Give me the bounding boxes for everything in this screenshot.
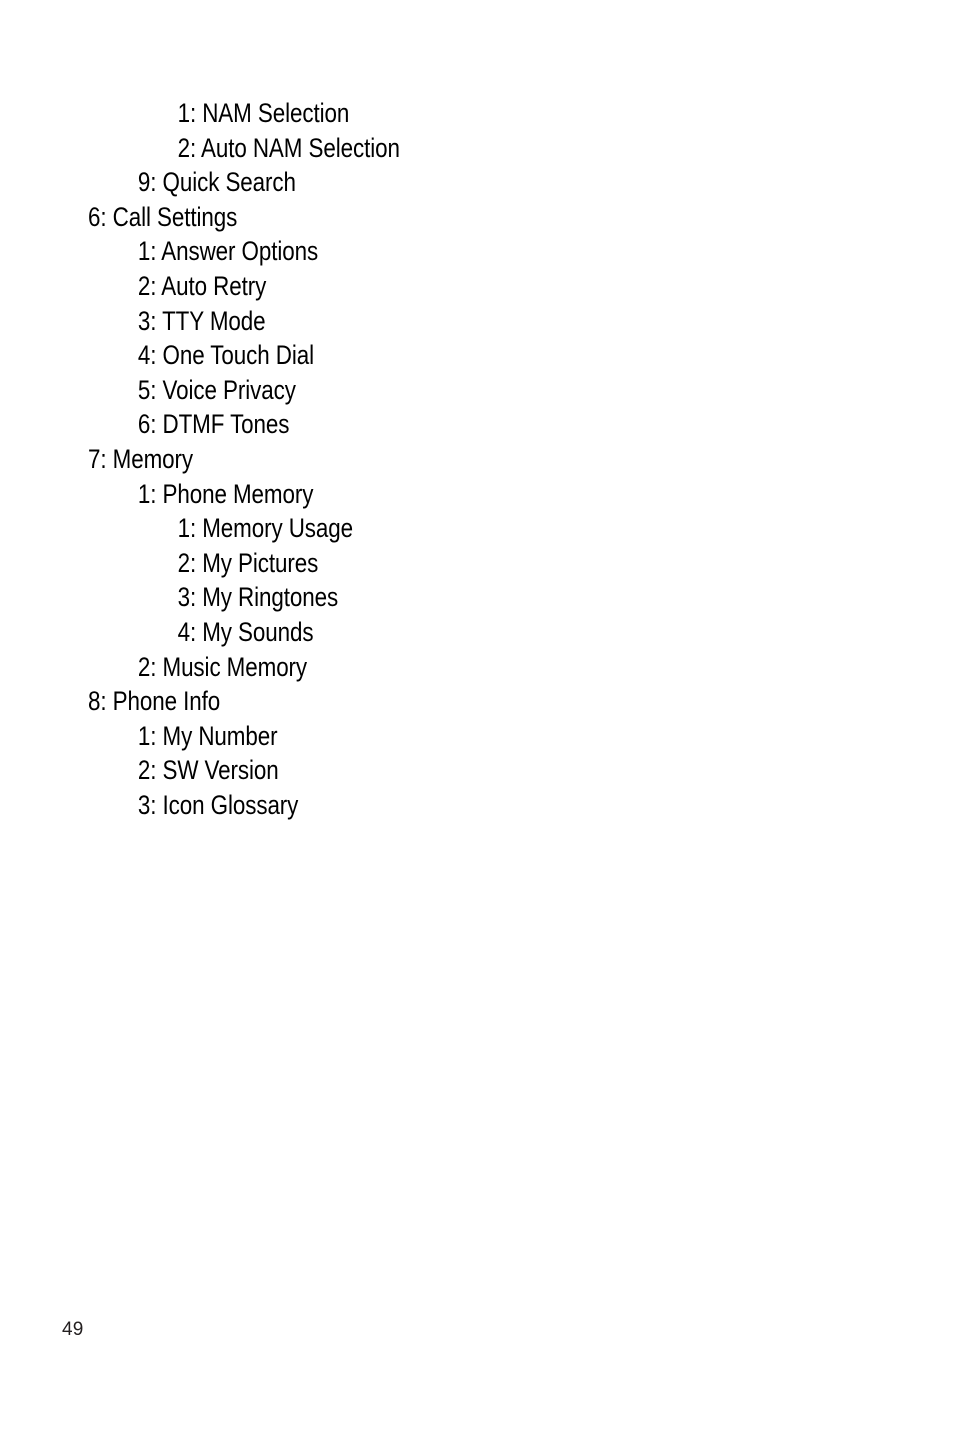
menu-outline-item: 9: Quick Search (137, 167, 296, 198)
menu-outline-item: 5: Voice Privacy (137, 374, 296, 405)
menu-outline-item: 4: One Touch Dial (137, 340, 315, 371)
menu-outline-item: 1: Memory Usage (177, 513, 354, 544)
menu-outline-item: 2: Music Memory (137, 651, 308, 682)
menu-outline-item: 1: My Number (137, 720, 278, 751)
menu-outline-item: 1: Phone Memory (137, 478, 314, 509)
menu-outline-item: 2: Auto NAM Selection (177, 132, 400, 163)
menu-outline-item: 3: TTY Mode (137, 305, 266, 336)
menu-outline-item: 6: DTMF Tones (137, 409, 290, 440)
menu-outline-item: 1: Answer Options (137, 236, 319, 267)
menu-outline-item: 6: Call Settings (88, 201, 238, 232)
menu-outline-item: 4: My Sounds (177, 616, 314, 647)
menu-outline-item: 8: Phone Info (88, 686, 221, 717)
menu-outline-item: 2: My Pictures (177, 547, 319, 578)
menu-outline-item: 2: Auto Retry (137, 270, 267, 301)
menu-outline-item: 3: Icon Glossary (137, 789, 299, 820)
page-number: 49 (62, 1319, 84, 1340)
menu-outline-list: 1: NAM Selection 2: Auto NAM Selection 9: … (88, 96, 848, 822)
menu-outline-item: 3: My Ringtones (177, 582, 339, 613)
menu-outline-item: 7: Memory (88, 443, 194, 474)
document-page: 1: NAM Selection 2: Auto NAM Selection 9: … (0, 0, 954, 1431)
menu-outline-item: 1: NAM Selection (177, 98, 350, 128)
menu-outline-item: 2: SW Version (137, 755, 279, 786)
